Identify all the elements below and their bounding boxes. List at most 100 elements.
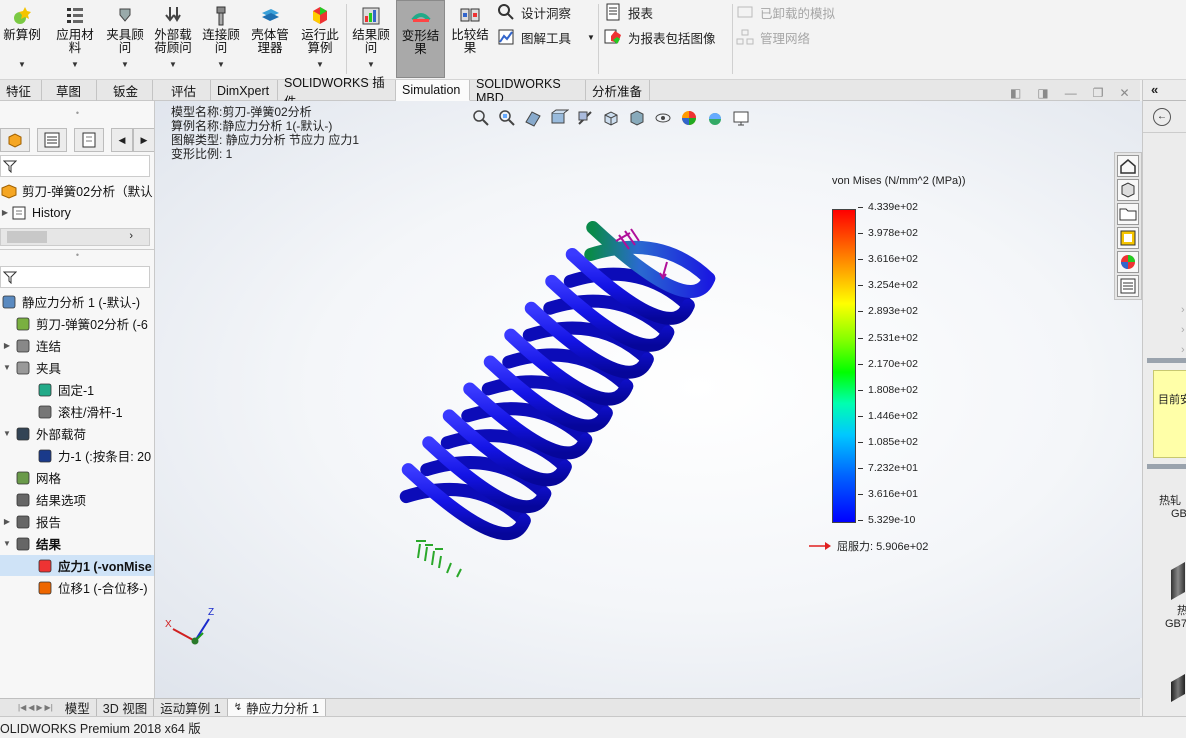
tab-features[interactable]: 特征 [0,80,42,101]
external-load-advisor-button[interactable]: 外部载 荷顾问 ▼ [150,0,196,78]
chevron-left-icon: ◀ [118,134,126,145]
next-tab-icon[interactable]: ▶ [36,703,42,712]
last-tab-icon[interactable]: ▶| [45,703,53,712]
tab-solidworks-mbd[interactable]: SOLIDWORKS MBD [470,77,586,105]
splitter-handle[interactable]: • [0,249,154,263]
tab-solidworks-addins[interactable]: SOLIDWORKS 插件 [278,76,396,109]
dropdown-arrow-icon[interactable]: ▼ [18,58,26,71]
graphics-area[interactable]: 模型名称:剪刀-弹簧02分析 算例名称:静应力分析 1(-默认-) 图解类型: … [155,101,1142,698]
legend-tick-label: 2.170e+02 [858,357,918,370]
expand-icon[interactable]: ▶ [2,517,12,526]
expand-icon[interactable]: ▼ [2,429,12,438]
tile-left-icon[interactable]: ◧ [1010,86,1021,100]
dropdown-arrow-icon[interactable]: ▼ [121,58,129,71]
status-bar: OLIDWORKS Premium 2018 x64 版 [0,716,1186,738]
expand-icon[interactable]: ▶ [0,208,10,217]
expand-icon[interactable]: ▼ [2,363,12,372]
feature-manager-panel: • ◀ ▶ 剪刀-弹簧02分析（默认 ▶ History › • 静应力分析 1… [0,101,155,698]
configuration-manager-tab[interactable] [74,128,104,152]
tab-evaluate[interactable]: 评估 [153,80,211,101]
shell-manager-button[interactable]: 壳体管 理器 [246,0,294,78]
tab-model[interactable]: 模型 [59,699,97,716]
collapse-task-pane-icon[interactable]: « [1151,82,1158,97]
restore-icon[interactable]: ❐ [1093,86,1104,100]
close-icon[interactable]: ✕ [1119,86,1129,100]
tab-static-study[interactable]: ↯ 静应力分析 1 [227,699,327,716]
study-tree-item[interactable]: ▶ 连结 [0,335,154,356]
study-tree-item[interactable]: ▼ 夹具 [0,357,154,378]
study-tree-item[interactable]: 网格 [0,467,154,488]
library-item-label-2[interactable]: 热 [1177,602,1186,618]
dropdown-arrow-icon[interactable]: ▼ [316,58,324,71]
report-button[interactable]: 报表 [604,1,653,23]
compare-results-button[interactable]: 比较结 果 [447,0,493,78]
horizontal-scrollbar[interactable]: › [0,228,150,246]
dropdown-arrow-icon[interactable]: ▼ [71,58,79,71]
part-root-item[interactable]: 剪刀-弹簧02分析（默认 [0,180,153,201]
tab-3d-view[interactable]: 3D 视图 [97,699,155,716]
connection-advisor-button[interactable]: 连接顾 问 ▼ [198,0,244,78]
apply-material-button[interactable]: 应用材 料 ▼ [52,0,98,78]
deformed-result-button[interactable]: 变形结 果 [396,0,445,78]
appearances-tab[interactable] [1117,251,1139,273]
tile-right-icon[interactable]: ◨ [1037,86,1048,100]
unloaded-simulations-button[interactable]: 已卸载的模拟 [736,1,835,23]
dropdown-arrow-icon[interactable]: ▼ [367,58,375,71]
tab-sheet-metal[interactable]: 钣金 [97,80,153,101]
scroll-right-button[interactable]: ▶ [133,128,154,152]
plot-tools-button[interactable]: 图解工具 ▼ [497,26,595,48]
tab-dimxpert[interactable]: DimXpert [211,80,278,101]
study-tree-item[interactable]: ▼ 外部载荷 [0,423,154,444]
sw-resources-tab[interactable] [1117,155,1139,177]
prev-tab-icon[interactable]: ◀ [28,703,34,712]
manage-network-button[interactable]: 管理网络 [736,26,810,48]
filter-box[interactable] [0,155,150,177]
study-tree-item[interactable]: 结果选项 [0,489,154,510]
filter-icon [2,271,18,285]
first-tab-icon[interactable]: |◀ [18,703,26,712]
scroll-left-button[interactable]: ◀ [111,128,133,152]
splitter-handle[interactable]: • [0,101,154,125]
tab-scroll-buttons[interactable]: |◀ ◀ ▶ ▶| [0,703,59,712]
tab-sketch[interactable]: 草图 [42,80,97,101]
fixture-advisor-button[interactable]: 夹具顾 问 ▼ [102,0,148,78]
dropdown-arrow-icon[interactable]: ▼ [587,33,595,42]
study-tree-item[interactable]: 应力1 (-vonMise [0,555,154,576]
study-tree-item[interactable]: 位移1 (-合位移-) [0,577,154,598]
expand-icon[interactable]: ▶ [2,341,12,350]
back-icon[interactable]: ← [1153,108,1171,126]
design-library-tab[interactable] [1117,179,1139,201]
new-study-button[interactable]: 新算例 ▼ [0,0,44,78]
study-tree-item[interactable]: ▶ 报告 [0,511,154,532]
tab-motion-study[interactable]: 运动算例 1 [154,699,228,716]
study-tree-item[interactable]: ▼ 结果 [0,533,154,554]
chevron-right-icon[interactable]: › [129,230,133,242]
study-tree-item[interactable]: 力-1 (:按条目: 20 [0,445,154,466]
dropdown-arrow-icon[interactable]: ▼ [169,58,177,71]
feature-manager-tab[interactable] [0,128,30,152]
study-tree-item[interactable]: 静应力分析 1 (-默认-) [0,291,154,312]
study-filter-box[interactable] [0,266,150,288]
view-palette-tab[interactable] [1117,227,1139,249]
study-tree-item[interactable]: 剪刀-弹簧02分析 (-6 [0,313,154,334]
property-manager-tab[interactable] [37,128,67,152]
stress-color-bar[interactable] [832,209,856,523]
chevron-right-icon[interactable]: › › › [1181,300,1185,360]
expand-icon[interactable]: ▼ [2,539,12,548]
scrollbar-thumb[interactable] [7,231,47,243]
custom-properties-tab[interactable] [1117,275,1139,297]
library-item-label[interactable]: 热轧 [1159,492,1181,508]
run-study-button[interactable]: 运行此 算例 ▼ [296,0,344,78]
file-explorer-tab[interactable] [1117,203,1139,225]
spring-model[interactable] [155,101,1142,698]
study-tree-item[interactable]: 固定-1 [0,379,154,400]
tab-simulation[interactable]: Simulation [396,80,470,101]
dropdown-arrow-icon[interactable]: ▼ [217,58,225,71]
minimize-icon[interactable]: — [1065,86,1077,100]
results-advisor-button[interactable]: 结果顾 问 ▼ [348,0,394,78]
tab-analysis-prep[interactable]: 分析准备 [586,80,650,101]
history-item[interactable]: ▶ History [0,202,71,223]
study-tree-item[interactable]: 滚柱/滑杆-1 [0,401,154,422]
design-insight-button[interactable]: 设计洞察 [497,1,571,23]
include-image-button[interactable]: 为报表包括图像 [604,26,716,48]
